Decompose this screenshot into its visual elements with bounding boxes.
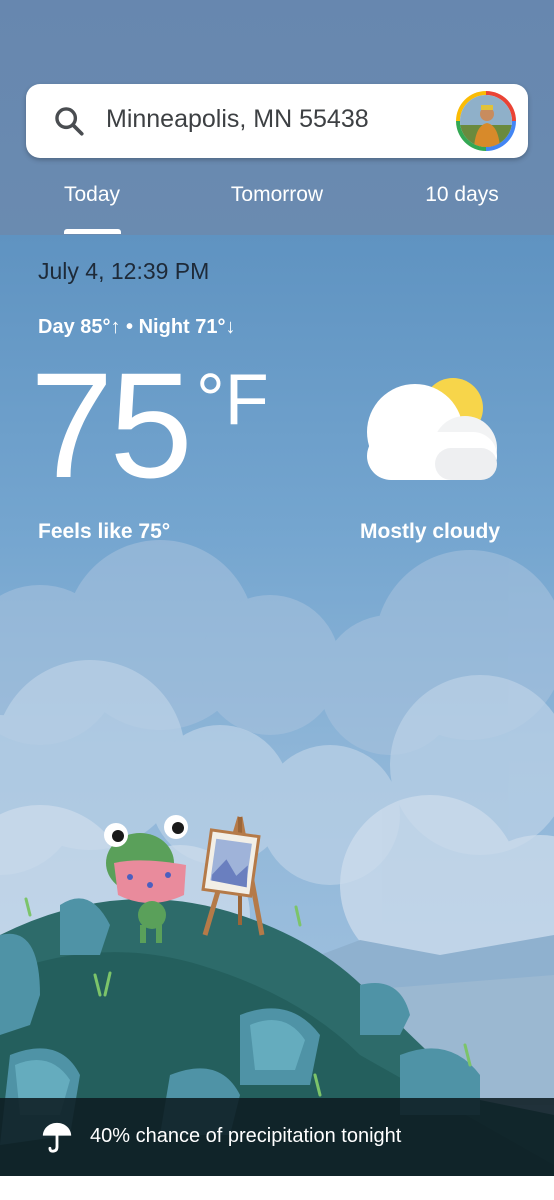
date-time: July 4, 12:39 PM <box>38 258 210 284</box>
feels-like: Feels like 75° <box>38 520 171 543</box>
precipitation-text: 40% chance of precipitation tonight <box>90 1125 402 1147</box>
partly-cloudy-icon <box>367 378 497 480</box>
current-temperature: 75 <box>30 341 193 509</box>
active-tab-indicator <box>64 229 121 234</box>
tab-10-days[interactable]: 10 days <box>417 183 507 207</box>
search-input[interactable]: Minneapolis, MN 55438 <box>106 105 369 134</box>
tab-tomorrow[interactable]: Tomorrow <box>218 183 336 207</box>
tab-today[interactable]: Today <box>58 183 126 207</box>
avatar[interactable] <box>456 91 516 151</box>
weather-app: Minneapolis, MN 55438 Today Tomorrow 10 … <box>0 0 554 1200</box>
avatar-photo <box>460 95 512 147</box>
umbrella-icon <box>42 1122 72 1153</box>
temperature-unit: °F <box>196 360 269 440</box>
bottom-edge <box>0 1176 554 1200</box>
weather-condition: Mostly cloudy <box>360 520 501 543</box>
search-icon[interactable] <box>52 104 86 138</box>
day-night-range: Day 85°↑ • Night 71°↓ <box>38 316 236 338</box>
avatar-image <box>460 95 512 147</box>
